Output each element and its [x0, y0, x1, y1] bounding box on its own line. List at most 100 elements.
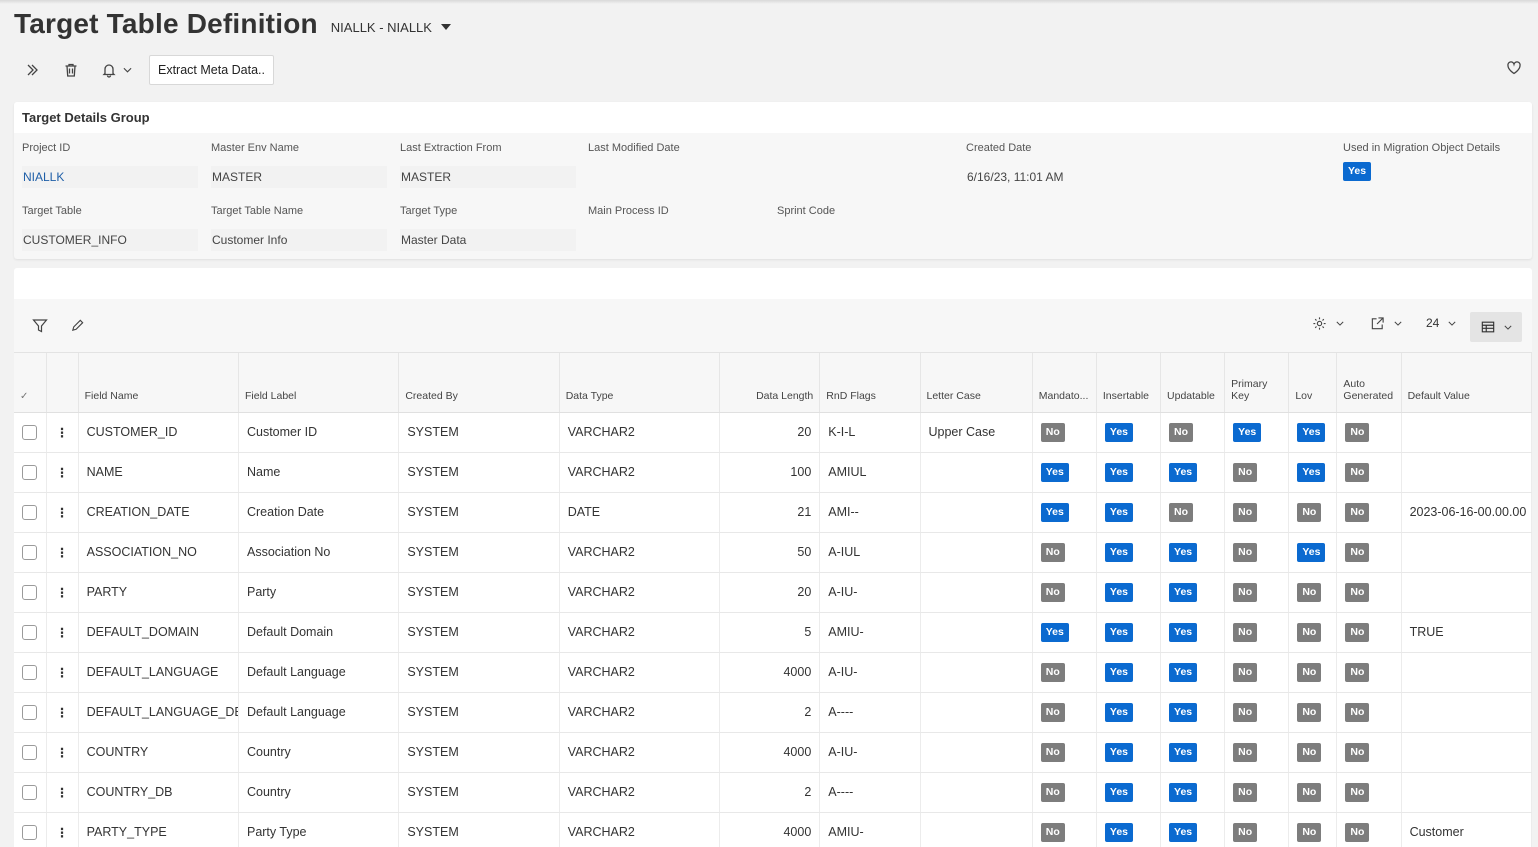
row-select-cell — [14, 652, 47, 693]
col-created-by[interactable]: Created By — [398, 353, 560, 413]
cell-lov: No — [1288, 772, 1338, 813]
row-menu-button[interactable]: ⋮ — [46, 572, 79, 613]
col-updatable[interactable]: Updatable — [1160, 353, 1226, 413]
table-row[interactable]: ⋮ NAME Name SYSTEM VARCHAR2 100 AMIUL Yes Yes Yes… — [14, 452, 1533, 493]
extract-meta-data-button[interactable]: Extract Meta Data.. — [149, 55, 274, 85]
select-all-header[interactable]: ✓ — [14, 353, 47, 413]
col-mandatory[interactable]: Mandato... — [1032, 353, 1097, 413]
created-date-value: 6/16/23, 11:01 AM — [967, 170, 1064, 184]
row-select-cell — [14, 572, 47, 613]
table-row[interactable]: ⋮ COUNTRY_DB Country SYSTEM VARCHAR2 2 A---- No… — [14, 772, 1533, 813]
row-menu-button[interactable]: ⋮ — [46, 812, 79, 847]
title-row: Target Table Definition NIALLK - NIALLK — [14, 8, 451, 40]
flag-badge: Yes — [1040, 622, 1069, 642]
flag-badge: No — [1297, 502, 1322, 522]
main-process-id-label: Main Process ID — [588, 205, 669, 217]
flag-badge: No — [1297, 702, 1322, 722]
row-menu-button[interactable]: ⋮ — [46, 492, 79, 533]
cell-updatable: Yes — [1160, 572, 1226, 613]
record-selector[interactable]: NIALLK - NIALLK — [331, 20, 451, 35]
cell-field-name: NAME — [78, 452, 239, 493]
row-checkbox[interactable] — [22, 624, 37, 640]
col-data-type[interactable]: Data Type — [559, 353, 721, 413]
table-row[interactable]: ⋮ CUSTOMER_ID Customer ID SYSTEM VARCHAR2 20 K… — [14, 412, 1533, 453]
col-auto-generated[interactable]: Auto Generated — [1336, 353, 1402, 413]
cell-letter-case — [920, 612, 1033, 653]
cell-rnd-flags: AMI-- — [819, 492, 921, 533]
row-checkbox[interactable] — [22, 664, 37, 680]
cell-field-label: Default Domain — [238, 612, 400, 653]
col-field-name[interactable]: Field Name — [78, 353, 239, 413]
target-table-name-field: Target Table Name Customer Info — [211, 205, 387, 251]
filter-button[interactable] — [32, 318, 50, 336]
col-letter-case[interactable]: Letter Case — [920, 353, 1033, 413]
row-menu-button[interactable]: ⋮ — [46, 652, 79, 693]
table-row[interactable]: ⋮ DEFAULT_LANGUAGE_DB Default Language SYST… — [14, 692, 1533, 733]
table-row[interactable]: ⋮ COUNTRY Country SYSTEM VARCHAR2 4000 A-IU- No… — [14, 732, 1533, 773]
row-checkbox[interactable] — [22, 784, 37, 800]
row-checkbox[interactable] — [22, 504, 37, 520]
cell-field-name: CUSTOMER_ID — [78, 412, 239, 453]
flag-badge: Yes — [1104, 582, 1133, 602]
favorite-button[interactable] — [1506, 60, 1522, 76]
cell-mandatory: Yes — [1032, 452, 1097, 493]
settings-dropdown[interactable] — [1312, 316, 1344, 331]
export-dropdown[interactable] — [1370, 316, 1402, 331]
cell-data-length: 4000 — [719, 732, 821, 773]
table-row[interactable]: ⋮ ASSOCIATION_NO Association No SYSTEM VARCH… — [14, 532, 1533, 573]
flag-badge: No — [1169, 502, 1194, 522]
row-menu-button[interactable]: ⋮ — [46, 532, 79, 573]
cell-rnd-flags: A-IU- — [819, 732, 921, 773]
row-checkbox[interactable] — [22, 824, 37, 840]
row-checkbox[interactable] — [22, 744, 37, 760]
col-data-length[interactable]: Data Length — [719, 353, 821, 413]
flag-badge: No — [1233, 622, 1258, 642]
cell-insertable: Yes — [1096, 652, 1162, 693]
row-select-cell — [14, 492, 47, 533]
table-row[interactable]: ⋮ CREATION_DATE Creation Date SYSTEM DATE 21 A… — [14, 492, 1533, 533]
cell-insertable: Yes — [1096, 732, 1162, 773]
cell-data-length: 21 — [719, 492, 821, 533]
cell-field-label: Country — [238, 732, 400, 773]
flag-badge: Yes — [1104, 702, 1133, 722]
table-row[interactable]: ⋮ PARTY Party SYSTEM VARCHAR2 20 A-IU- No Yes Yes… — [14, 572, 1533, 613]
row-menu-button[interactable]: ⋮ — [46, 612, 79, 653]
master-env-label: Master Env Name — [211, 142, 300, 154]
col-rnd-flags[interactable]: RnD Flags — [819, 353, 921, 413]
view-mode-dropdown[interactable] — [1470, 312, 1522, 342]
chevron-down-icon — [1503, 325, 1512, 330]
col-default-value[interactable]: Default Value — [1401, 353, 1533, 413]
row-checkbox[interactable] — [22, 424, 37, 440]
row-checkbox[interactable] — [22, 704, 37, 720]
row-menu-button[interactable]: ⋮ — [46, 692, 79, 733]
col-insertable[interactable]: Insertable — [1096, 353, 1162, 413]
row-checkbox[interactable] — [22, 544, 37, 560]
flag-badge: No — [1345, 622, 1370, 642]
row-checkbox[interactable] — [22, 464, 37, 480]
project-id-link[interactable]: NIALLK — [22, 166, 198, 188]
expand-panel-button[interactable] — [18, 56, 46, 84]
flag-badge: No — [1040, 702, 1065, 722]
table-row[interactable]: ⋮ DEFAULT_DOMAIN Default Domain SYSTEM VARCH… — [14, 612, 1533, 653]
row-menu-button[interactable]: ⋮ — [46, 452, 79, 493]
cell-auto-generated: No — [1336, 612, 1402, 653]
col-lov[interactable]: Lov — [1288, 353, 1338, 413]
row-select-cell — [14, 812, 47, 847]
page-size-dropdown[interactable]: 24 — [1426, 316, 1456, 330]
flag-badge: Yes — [1104, 542, 1133, 562]
list-toolbar: 24 — [14, 299, 1532, 353]
table-row[interactable]: ⋮ DEFAULT_LANGUAGE Default Language SYSTEM V… — [14, 652, 1533, 693]
delete-button[interactable] — [57, 56, 85, 84]
created-date-field: Created Date 6/16/23, 11:01 AM — [966, 142, 1142, 188]
table-row[interactable]: ⋮ PARTY_TYPE Party Type SYSTEM VARCHAR2 4000 A… — [14, 812, 1533, 847]
col-field-label[interactable]: Field Label — [238, 353, 400, 413]
row-menu-button[interactable]: ⋮ — [46, 732, 79, 773]
row-checkbox[interactable] — [22, 584, 37, 600]
edit-button[interactable] — [70, 318, 88, 336]
col-primary-key[interactable]: Primary Key — [1224, 353, 1290, 413]
row-menu-button[interactable]: ⋮ — [46, 412, 79, 453]
row-menu-button[interactable]: ⋮ — [46, 772, 79, 813]
cell-auto-generated: No — [1336, 532, 1402, 573]
cell-data-length: 20 — [719, 412, 821, 453]
notifications-button[interactable] — [96, 56, 136, 84]
